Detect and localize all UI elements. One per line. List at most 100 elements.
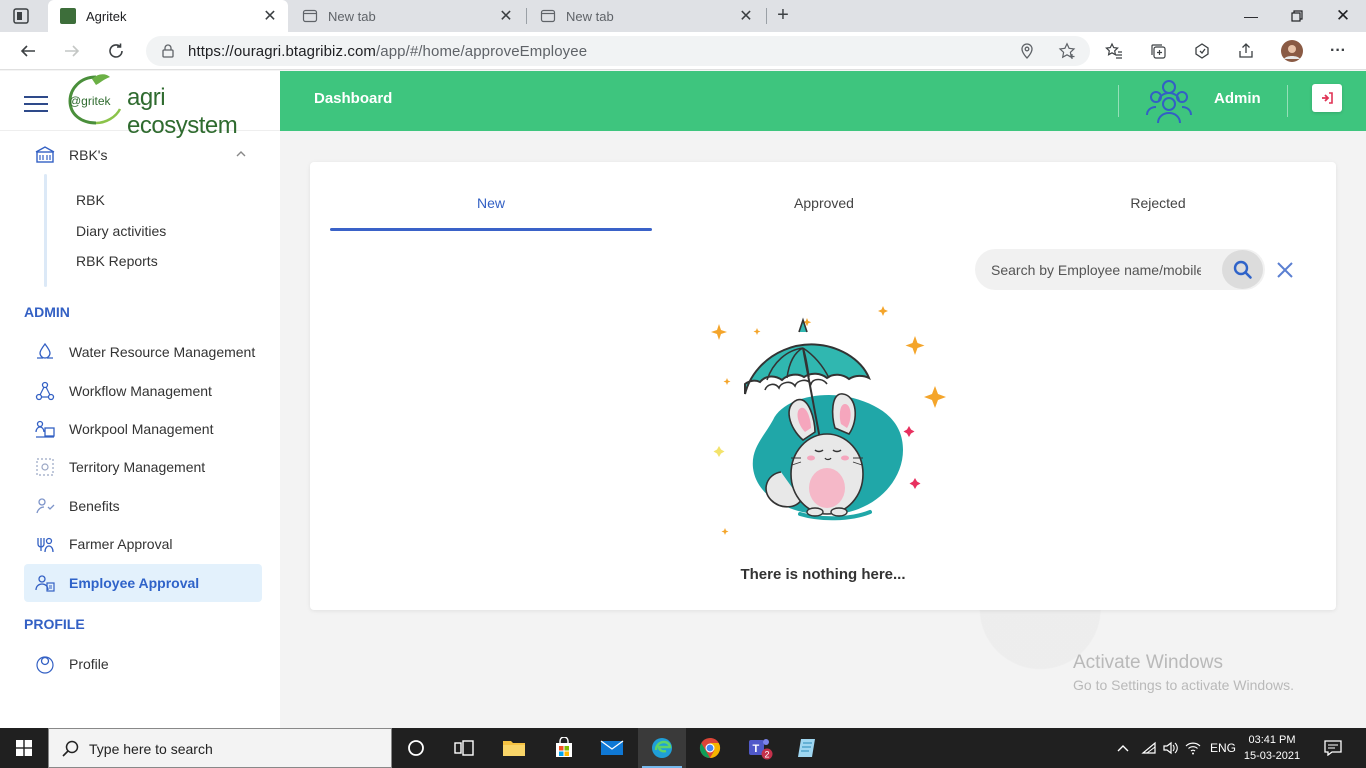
sidebar-item-label: Workflow Management <box>69 383 212 399</box>
sidebar-item-diary-activities[interactable]: Diary activities <box>76 223 166 239</box>
sidebar-item-label: Profile <box>69 656 109 672</box>
system-clock[interactable]: 03:41 PM 15-03-2021 <box>1242 732 1302 764</box>
network-icon[interactable] <box>1138 728 1160 768</box>
collections-icon[interactable] <box>1146 39 1170 63</box>
notifications-icon[interactable] <box>1318 728 1348 768</box>
edge-button[interactable] <box>638 728 686 768</box>
sidebar-item-workpool-management[interactable]: Workpool Management <box>24 410 262 448</box>
tab-title: Agritek <box>86 8 127 24</box>
farmer-approval-icon <box>34 533 56 555</box>
close-tab-icon[interactable]: ✕ <box>260 6 280 26</box>
tab-separator <box>526 8 527 24</box>
employee-search-input[interactable] <box>991 249 1201 290</box>
water-resource-icon <box>34 341 56 363</box>
profile-icon <box>34 653 56 675</box>
taskbar-search-box[interactable]: Type here to search <box>48 728 392 768</box>
location-icon[interactable] <box>1018 42 1036 60</box>
chrome-button[interactable] <box>686 728 734 768</box>
refresh-button[interactable] <box>104 39 128 63</box>
search-icon <box>62 740 79 757</box>
show-hidden-icons-icon[interactable] <box>1112 728 1134 768</box>
add-favorite-icon[interactable] <box>1058 42 1076 60</box>
browser-tab-newtab-1[interactable]: New tab ✕ <box>290 0 524 32</box>
clear-search-button[interactable] <box>1274 259 1296 281</box>
url-text[interactable]: https://ouragri.btagribiz.com/app/#/home… <box>188 43 587 60</box>
address-bar[interactable]: https://ouragri.btagribiz.com/app/#/home… <box>146 36 1090 66</box>
page-title[interactable]: Dashboard <box>314 90 392 107</box>
close-tab-icon[interactable]: ✕ <box>736 6 756 26</box>
volume-icon[interactable] <box>1160 728 1182 768</box>
back-button[interactable] <box>16 39 40 63</box>
url-path: /app/#/home/approveEmployee <box>375 43 588 60</box>
share-icon[interactable] <box>1234 39 1258 63</box>
svg-text:T: T <box>753 743 760 755</box>
sidebar-group-rbks[interactable]: RBK's <box>24 141 262 169</box>
forward-button[interactable] <box>60 39 84 63</box>
cortana-icon <box>408 740 424 756</box>
sidebar-item-label: Workpool Management <box>69 421 214 437</box>
tab-rejected[interactable]: Rejected <box>997 195 1319 211</box>
hamburger-menu-icon[interactable] <box>24 96 48 112</box>
notes-app-button[interactable] <box>784 728 832 768</box>
wifi-icon[interactable] <box>1182 728 1204 768</box>
sidebar-item-label: Farmer Approval <box>69 536 173 552</box>
sidebar-item-workflow-management[interactable]: Workflow Management <box>24 372 262 410</box>
tab-actions-icon[interactable] <box>12 7 30 25</box>
sidebar-item-label: Territory Management <box>69 459 206 475</box>
admin-avatar-icon[interactable] <box>1144 77 1194 125</box>
sidebar-item-farmer-approval[interactable]: Farmer Approval <box>24 525 262 563</box>
settings-more-icon[interactable]: ··· <box>1326 39 1350 63</box>
profile-avatar-icon[interactable] <box>1280 39 1304 63</box>
windows-taskbar: Type here to search T2 ENG 03:41 PM 15-0… <box>0 728 1366 768</box>
browser-tab-newtab-2[interactable]: New tab ✕ <box>528 0 764 32</box>
logout-button[interactable] <box>1312 84 1342 112</box>
empty-state-illustration <box>705 302 955 542</box>
browser-tab-agritek[interactable]: Agritek ✕ <box>48 0 288 32</box>
cortana-button[interactable] <box>392 728 440 768</box>
sidebar-item-benefits[interactable]: Benefits <box>24 487 262 525</box>
new-tab-button[interactable]: + <box>772 5 794 27</box>
sidebar-item-water-resource-management[interactable]: Water Resource Management <box>24 333 262 371</box>
start-button[interactable] <box>0 728 48 768</box>
search-icon <box>1233 260 1252 279</box>
agritek-logo[interactable]: @gritek agri ecosystem <box>66 71 266 139</box>
sidebar-item-profile[interactable]: Profile <box>24 645 262 683</box>
employee-search <box>975 249 1265 290</box>
tab-approved[interactable]: Approved <box>663 195 985 211</box>
store-button[interactable] <box>540 728 588 768</box>
sidebar-item-rbk[interactable]: RBK <box>76 192 105 208</box>
close-tab-icon[interactable]: ✕ <box>496 6 516 26</box>
input-language-indicator[interactable]: ENG <box>1206 728 1240 768</box>
notes-app-icon <box>798 739 815 757</box>
submenu-guide-line <box>44 174 47 287</box>
close-icon <box>1277 262 1293 278</box>
sidebar-item-label: Benefits <box>69 498 120 514</box>
workpool-icon <box>34 418 56 440</box>
mail-button[interactable] <box>588 728 636 768</box>
search-button[interactable] <box>1222 250 1263 289</box>
file-explorer-button[interactable] <box>490 728 538 768</box>
user-name[interactable]: Admin <box>1214 90 1261 107</box>
sidebar-item-rbk-reports[interactable]: RBK Reports <box>76 253 158 269</box>
mail-icon <box>600 740 624 755</box>
chevron-up-icon[interactable] <box>234 147 248 161</box>
active-tab-indicator <box>330 228 652 231</box>
section-profile: PROFILE <box>24 616 85 632</box>
maximize-button[interactable] <box>1274 3 1320 29</box>
browser-essentials-icon[interactable] <box>1190 39 1214 63</box>
newtab-favicon-icon <box>540 8 556 24</box>
lock-icon[interactable] <box>160 43 176 59</box>
favorites-icon[interactable] <box>1102 39 1126 63</box>
task-view-button[interactable] <box>440 728 488 768</box>
employee-approval-card: New Approved Rejected Search by Employee… <box>310 162 1336 610</box>
tab-title: New tab <box>328 8 376 24</box>
clock-time: 03:41 PM <box>1248 734 1296 746</box>
minimize-button[interactable]: — <box>1228 3 1274 29</box>
sidebar-header: @gritek agri ecosystem <box>0 71 280 139</box>
close-window-button[interactable]: ✕ <box>1320 3 1366 29</box>
tab-new[interactable]: New <box>330 195 652 211</box>
sidebar-item-employee-approval[interactable]: Employee Approval <box>24 564 262 602</box>
teams-button[interactable]: T2 <box>736 728 784 768</box>
brand-prefix: @gritek <box>69 94 112 108</box>
sidebar-item-territory-management[interactable]: Territory Management <box>24 448 262 486</box>
